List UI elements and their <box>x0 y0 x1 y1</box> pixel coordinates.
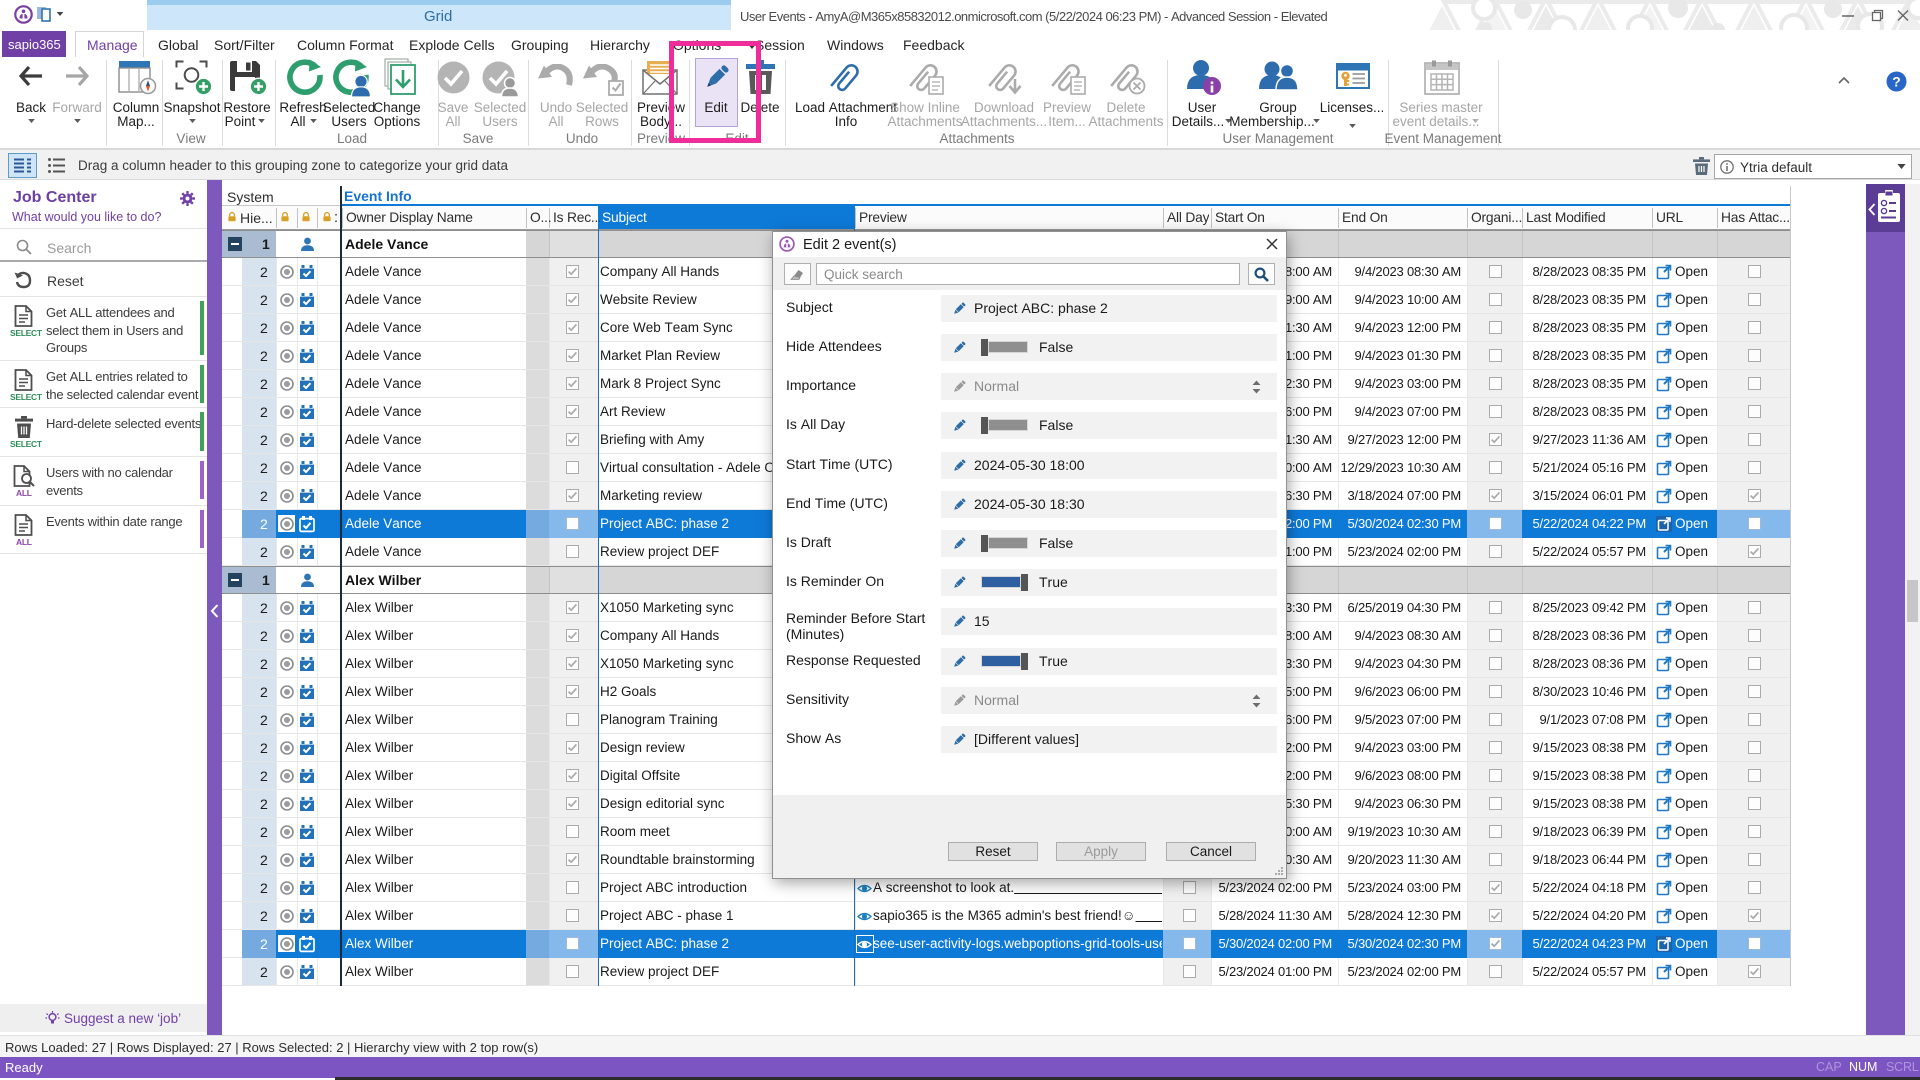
svg-text:?: ? <box>1892 74 1901 90</box>
